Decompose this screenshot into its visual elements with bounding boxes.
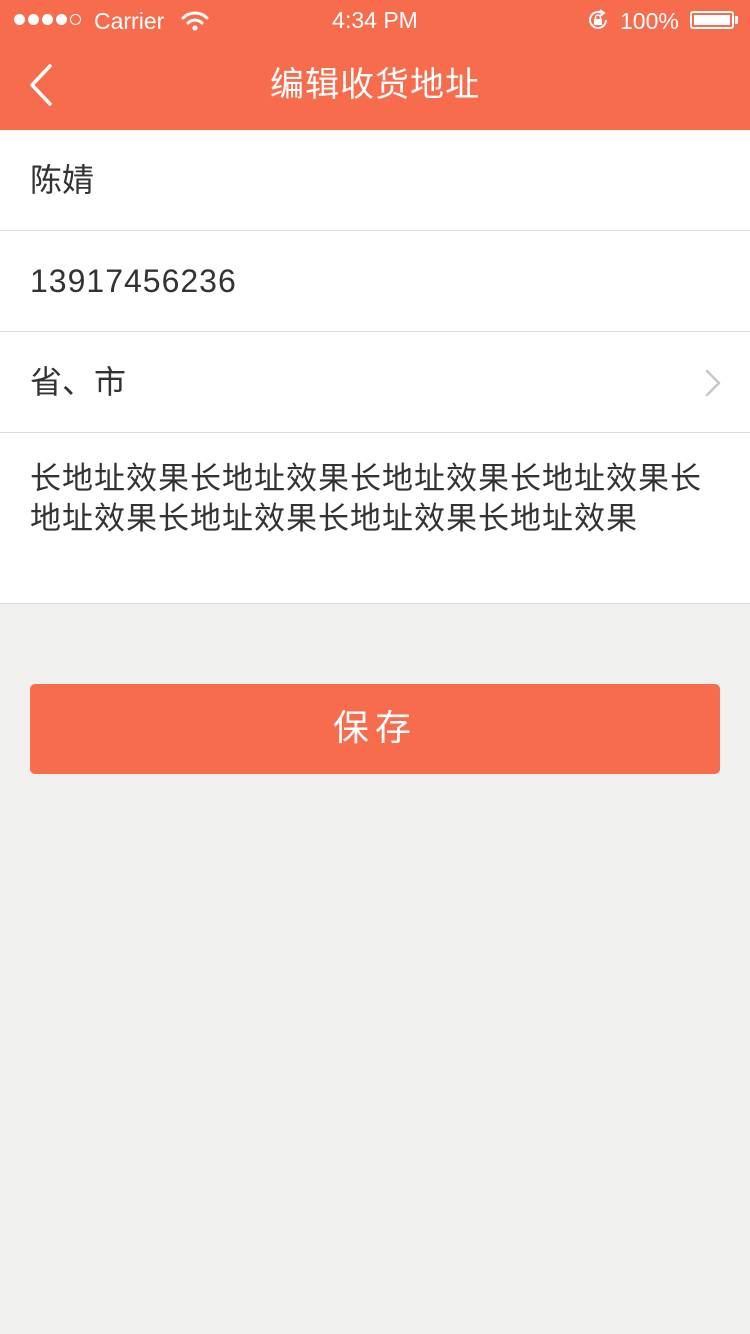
battery-icon bbox=[690, 11, 734, 29]
phone-field[interactable]: 13917456236 bbox=[0, 231, 750, 332]
battery-fill bbox=[694, 15, 730, 25]
page-title: 编辑收货地址 bbox=[270, 65, 480, 105]
address-form: 陈婧 13917456236 省、市 长地址效果长地址效果长地址效果长地址效果长… bbox=[0, 130, 750, 604]
battery-percentage: 100% bbox=[620, 8, 679, 34]
phone-value: 13917456236 bbox=[30, 263, 237, 299]
name-field[interactable]: 陈婧 bbox=[0, 130, 750, 231]
region-value: 省、市 bbox=[30, 363, 127, 401]
rotation-lock-icon bbox=[589, 9, 607, 29]
address-value: 长地址效果长地址效果长地址效果长地址效果长地址效果长地址效果长地址效果长地址效果 bbox=[30, 461, 702, 537]
battery-tip bbox=[735, 16, 738, 24]
status-bar: Carrier 4:34 PM 100% bbox=[0, 0, 750, 40]
name-value: 陈婧 bbox=[30, 161, 95, 199]
save-button[interactable]: 保存 bbox=[30, 684, 720, 774]
chevron-right-icon bbox=[705, 369, 721, 397]
address-field[interactable]: 长地址效果长地址效果长地址效果长地址效果长地址效果长地址效果长地址效果长地址效果 bbox=[0, 433, 750, 603]
region-selector[interactable]: 省、市 bbox=[0, 332, 750, 433]
